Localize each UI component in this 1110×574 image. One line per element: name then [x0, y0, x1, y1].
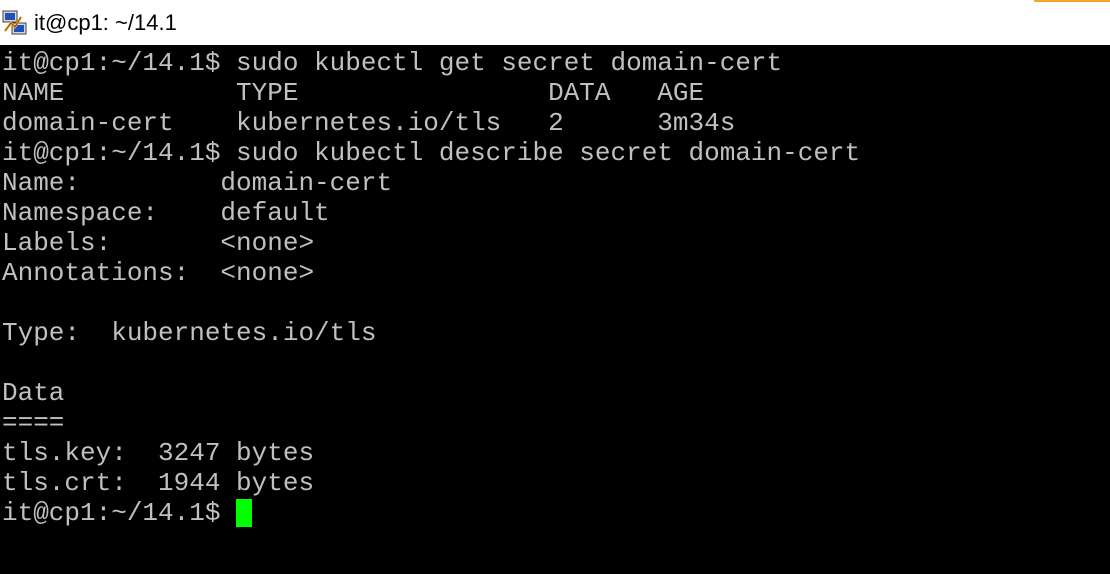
terminal-line: Namespace: default: [2, 198, 330, 228]
text-cursor: [236, 499, 253, 527]
terminal-line: Labels: <none>: [2, 228, 315, 258]
terminal-line: tls.key: 3247 bytes: [2, 438, 315, 468]
terminal-output[interactable]: it@cp1:~/14.1$ sudo kubectl get secret d…: [2, 48, 1108, 574]
shell-prompt: it@cp1:~/14.1$: [2, 498, 237, 528]
terminal-window: it@cp1: ~/14.1 it@cp1:~/14.1$ sudo kubec…: [0, 0, 1110, 574]
terminal-line: ====: [2, 408, 65, 438]
terminal-line: Name: domain-cert: [2, 168, 393, 198]
terminal-line: it@cp1:~/14.1$ sudo kubectl get secret d…: [2, 48, 783, 78]
terminal-line: Data: [2, 378, 65, 408]
terminal-line: it@cp1:~/14.1$ sudo kubectl describe sec…: [2, 138, 861, 168]
terminal-line: Annotations: <none>: [2, 258, 315, 288]
terminal-line: NAME TYPE DATA AGE: [2, 78, 705, 108]
window-title: it@cp1: ~/14.1: [34, 10, 177, 35]
title-bar[interactable]: it@cp1: ~/14.1: [0, 0, 1110, 45]
prompt-line[interactable]: it@cp1:~/14.1$: [2, 498, 1108, 528]
putty-icon: [0, 8, 30, 38]
terminal-line: Type: kubernetes.io/tls: [2, 318, 377, 348]
terminal-line: domain-cert kubernetes.io/tls 2 3m34s: [2, 108, 736, 138]
title-accent: [1034, 0, 1110, 2]
terminal-line: tls.crt: 1944 bytes: [2, 468, 315, 498]
